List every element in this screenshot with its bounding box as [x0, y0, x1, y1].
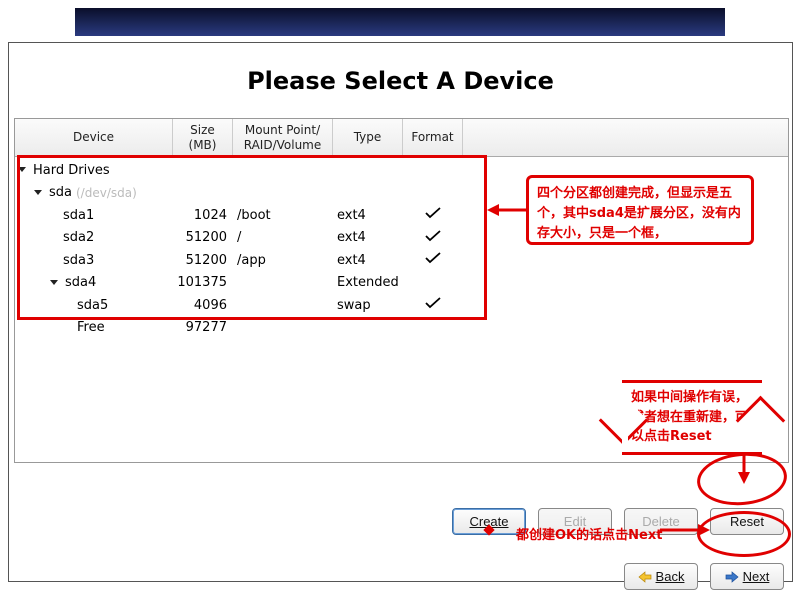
partition-size: 51200 — [173, 230, 233, 245]
check-icon — [424, 299, 442, 314]
col-device[interactable]: Device — [15, 119, 173, 156]
partition-name: sda4 — [65, 275, 96, 290]
hard-drives-label: Hard Drives — [33, 163, 110, 178]
partition-mount: / — [233, 230, 333, 245]
arrow-right-icon — [725, 571, 739, 583]
table-row[interactable]: sda5 4096 swap — [15, 294, 788, 317]
partition-type: ext4 — [333, 253, 403, 268]
partition-type: ext4 — [333, 208, 403, 223]
check-icon — [424, 232, 442, 247]
expander-icon[interactable] — [17, 164, 29, 176]
page-title: Please Select A Device — [247, 67, 554, 95]
partition-size: 97277 — [173, 320, 233, 335]
check-icon — [424, 254, 442, 269]
check-icon — [424, 209, 442, 224]
table-header-row: Device Size (MB) Mount Point/ RAID/Volum… — [15, 119, 788, 157]
disk-path: (/dev/sda) — [76, 186, 137, 200]
partition-mount: /boot — [233, 208, 333, 223]
partition-size: 1024 — [173, 208, 233, 223]
col-spacer — [463, 119, 788, 156]
table-row[interactable]: sda3 51200 /app ext4 — [15, 249, 788, 272]
partition-type: swap — [333, 298, 403, 313]
table-row[interactable]: Free 97277 — [15, 317, 788, 340]
installer-header-bar — [75, 8, 725, 36]
next-button[interactable]: Next — [710, 563, 784, 590]
partition-size: 101375 — [173, 275, 233, 290]
partition-size: 51200 — [173, 253, 233, 268]
col-mount[interactable]: Mount Point/ RAID/Volume — [233, 119, 333, 156]
col-format[interactable]: Format — [403, 119, 463, 156]
partition-buttons: Create Edit Delete Reset — [9, 508, 792, 535]
annotation-text-3: 都创建OK的话点击Next — [516, 524, 662, 543]
partition-name: sda1 — [63, 208, 94, 223]
col-type[interactable]: Type — [333, 119, 403, 156]
arrow-left-icon — [638, 571, 652, 583]
device-selection-panel: Please Select A Device Device Size (MB) … — [8, 42, 793, 582]
annotation-text-2: 如果中间操作有误，或者想在重新建，可以点击Reset — [622, 380, 762, 455]
col-size[interactable]: Size (MB) — [173, 119, 233, 156]
disk-name: sda — [49, 185, 72, 200]
back-button[interactable]: Back — [624, 563, 698, 590]
partition-name: sda5 — [77, 298, 108, 313]
partition-size: 4096 — [173, 298, 233, 313]
partition-type: ext4 — [333, 230, 403, 245]
expander-icon[interactable] — [33, 187, 45, 199]
table-row[interactable]: sda4 101375 Extended — [15, 272, 788, 295]
reset-button[interactable]: Reset — [710, 508, 784, 535]
annotation-text-1: 四个分区都创建完成，但显示是五个，其中sda4是扩展分区，没有内存大小，只是一个… — [526, 175, 754, 245]
partition-name: Free — [77, 320, 105, 335]
nav-buttons: Back Next — [9, 563, 792, 590]
partition-type: Extended — [333, 275, 403, 290]
partition-name: sda2 — [63, 230, 94, 245]
title-area: Please Select A Device — [9, 43, 792, 118]
partition-name: sda3 — [63, 253, 94, 268]
partition-mount: /app — [233, 253, 333, 268]
expander-icon[interactable] — [49, 277, 61, 289]
